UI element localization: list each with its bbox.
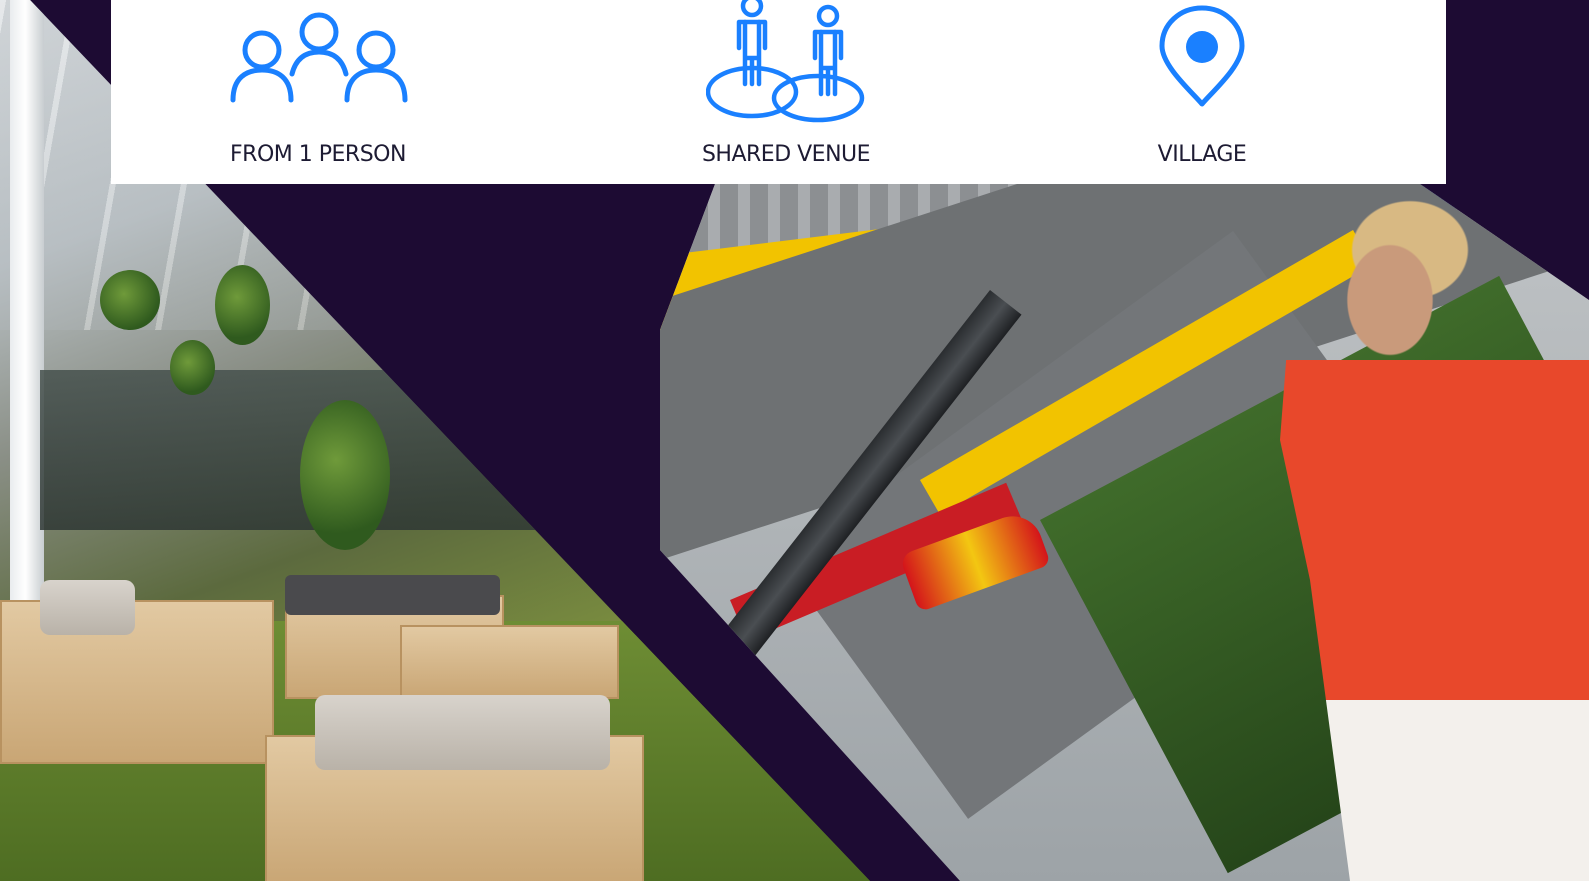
feature-capacity: FROM 1 PERSON [168, 0, 468, 184]
shared-venue-icon [705, 0, 866, 129]
tent-pole [10, 0, 44, 600]
feature-location-label: VILLAGE [1157, 142, 1247, 167]
hanging-plant [170, 340, 215, 395]
glass-pavilion [40, 370, 560, 530]
feature-venue-label: SHARED VENUE [701, 142, 871, 167]
hanging-plant [100, 270, 160, 330]
seat-cushion [40, 580, 135, 635]
feature-venue: SHARED VENUE [636, 0, 936, 184]
location-pin-icon [1152, 0, 1252, 113]
sofa-cushion [315, 695, 610, 770]
features-card: FROM 1 PERSON SHARED VENUE VILLAGE [111, 0, 1446, 184]
feature-location: VILLAGE [1052, 0, 1352, 184]
feature-capacity-label: FROM 1 PERSON [230, 142, 406, 167]
potted-plant [300, 400, 390, 550]
hanging-plant [215, 265, 270, 345]
bench-cushion [285, 575, 500, 615]
page-stage: FROM 1 PERSON SHARED VENUE VILLAGE [0, 0, 1589, 881]
group-people-icon [228, 0, 408, 113]
wooden-coffee-table [400, 625, 619, 699]
